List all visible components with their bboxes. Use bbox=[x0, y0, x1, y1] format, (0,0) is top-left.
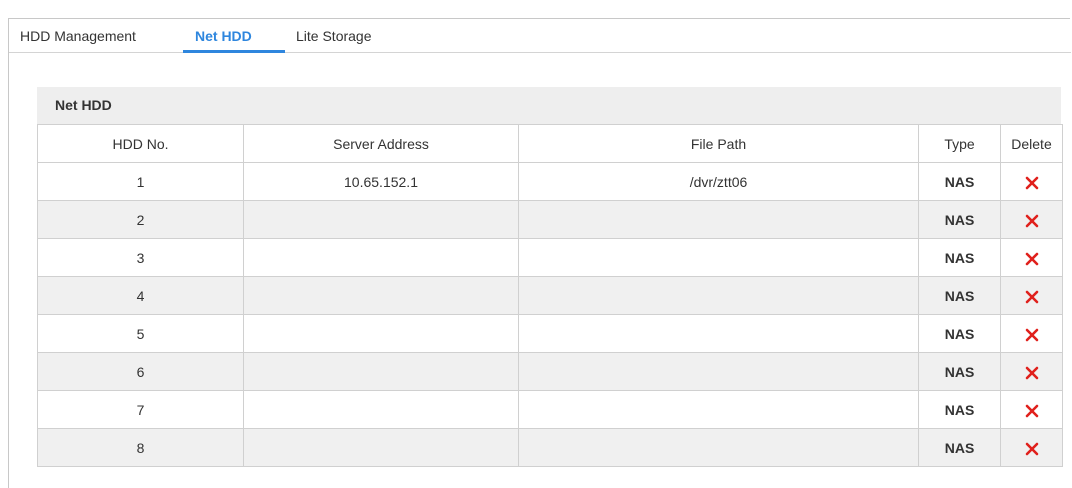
tab-bar: HDD Management Net HDD Lite Storage bbox=[9, 19, 1071, 53]
cell-type: NAS bbox=[918, 238, 1001, 277]
table-row: 1 10.65.152.1/dvr/ztt06 NAS bbox=[37, 162, 1063, 201]
cell-delete bbox=[1000, 390, 1063, 429]
tab-lite-storage[interactable]: Lite Storage bbox=[296, 19, 372, 53]
cell-delete bbox=[1000, 276, 1063, 315]
column-header-hdd-no: HDD No. bbox=[37, 124, 244, 163]
cell-file-path bbox=[518, 428, 919, 467]
cell-file-path bbox=[518, 390, 919, 429]
table-row: 7 NAS bbox=[37, 390, 1063, 429]
table-row: 3 NAS bbox=[37, 238, 1063, 277]
table-row: 6 NAS bbox=[37, 352, 1063, 391]
close-icon[interactable] bbox=[1025, 442, 1039, 456]
cell-type: NAS bbox=[918, 390, 1001, 429]
cell-hdd-no: 4 bbox=[37, 276, 244, 315]
cell-server-address bbox=[243, 352, 519, 391]
column-header-delete: Delete bbox=[1000, 124, 1063, 163]
cell-file-path bbox=[518, 314, 919, 353]
net-hdd-table: HDD No. Server Address File Path Type De… bbox=[37, 124, 1063, 467]
column-header-file-path: File Path bbox=[518, 124, 919, 163]
cell-hdd-no: 8 bbox=[37, 428, 244, 467]
table-row: 5 NAS bbox=[37, 314, 1063, 353]
table-row: 2 NAS bbox=[37, 200, 1063, 239]
close-icon[interactable] bbox=[1025, 328, 1039, 342]
panel-title: Net HDD bbox=[55, 97, 112, 113]
cell-file-path bbox=[518, 276, 919, 315]
close-icon[interactable] bbox=[1025, 252, 1039, 266]
cell-server-address bbox=[243, 428, 519, 467]
cell-delete bbox=[1000, 238, 1063, 277]
cell-delete bbox=[1000, 352, 1063, 391]
tab-net-hdd[interactable]: Net HDD bbox=[195, 19, 252, 53]
cell-type: NAS bbox=[918, 200, 1001, 239]
cell-hdd-no: 3 bbox=[37, 238, 244, 277]
close-icon[interactable] bbox=[1025, 404, 1039, 418]
cell-file-path: /dvr/ztt06 bbox=[518, 162, 919, 201]
tab-hdd-management[interactable]: HDD Management bbox=[20, 19, 136, 53]
net-hdd-panel: Net HDD bbox=[37, 87, 1061, 124]
column-header-server-address: Server Address bbox=[243, 124, 519, 163]
cell-delete bbox=[1000, 162, 1063, 201]
cell-delete bbox=[1000, 428, 1063, 467]
column-header-type: Type bbox=[918, 124, 1001, 163]
table-row: 4 NAS bbox=[37, 276, 1063, 315]
close-icon[interactable] bbox=[1025, 290, 1039, 304]
table-body: 1 10.65.152.1/dvr/ztt06 NAS 2 NAS 3 NAS 4 NAS 5 NA… bbox=[37, 162, 1063, 467]
cell-server-address bbox=[243, 276, 519, 315]
cell-hdd-no: 2 bbox=[37, 200, 244, 239]
cell-delete bbox=[1000, 200, 1063, 239]
cell-server-address bbox=[243, 390, 519, 429]
cell-hdd-no: 1 bbox=[37, 162, 244, 201]
cell-hdd-no: 5 bbox=[37, 314, 244, 353]
cell-type: NAS bbox=[918, 162, 1001, 201]
cell-hdd-no: 7 bbox=[37, 390, 244, 429]
cell-delete bbox=[1000, 314, 1063, 353]
cell-server-address bbox=[243, 200, 519, 239]
cell-file-path bbox=[518, 238, 919, 277]
cell-server-address bbox=[243, 238, 519, 277]
cell-file-path bbox=[518, 200, 919, 239]
cell-type: NAS bbox=[918, 428, 1001, 467]
cell-server-address: 10.65.152.1 bbox=[243, 162, 519, 201]
cell-hdd-no: 6 bbox=[37, 352, 244, 391]
active-tab-indicator bbox=[183, 50, 285, 53]
table-row: 8 NAS bbox=[37, 428, 1063, 467]
close-icon[interactable] bbox=[1025, 176, 1039, 190]
cell-type: NAS bbox=[918, 314, 1001, 353]
cell-server-address bbox=[243, 314, 519, 353]
cell-file-path bbox=[518, 352, 919, 391]
table-header-row: HDD No. Server Address File Path Type De… bbox=[37, 124, 1063, 163]
cell-type: NAS bbox=[918, 276, 1001, 315]
close-icon[interactable] bbox=[1025, 366, 1039, 380]
close-icon[interactable] bbox=[1025, 214, 1039, 228]
cell-type: NAS bbox=[918, 352, 1001, 391]
